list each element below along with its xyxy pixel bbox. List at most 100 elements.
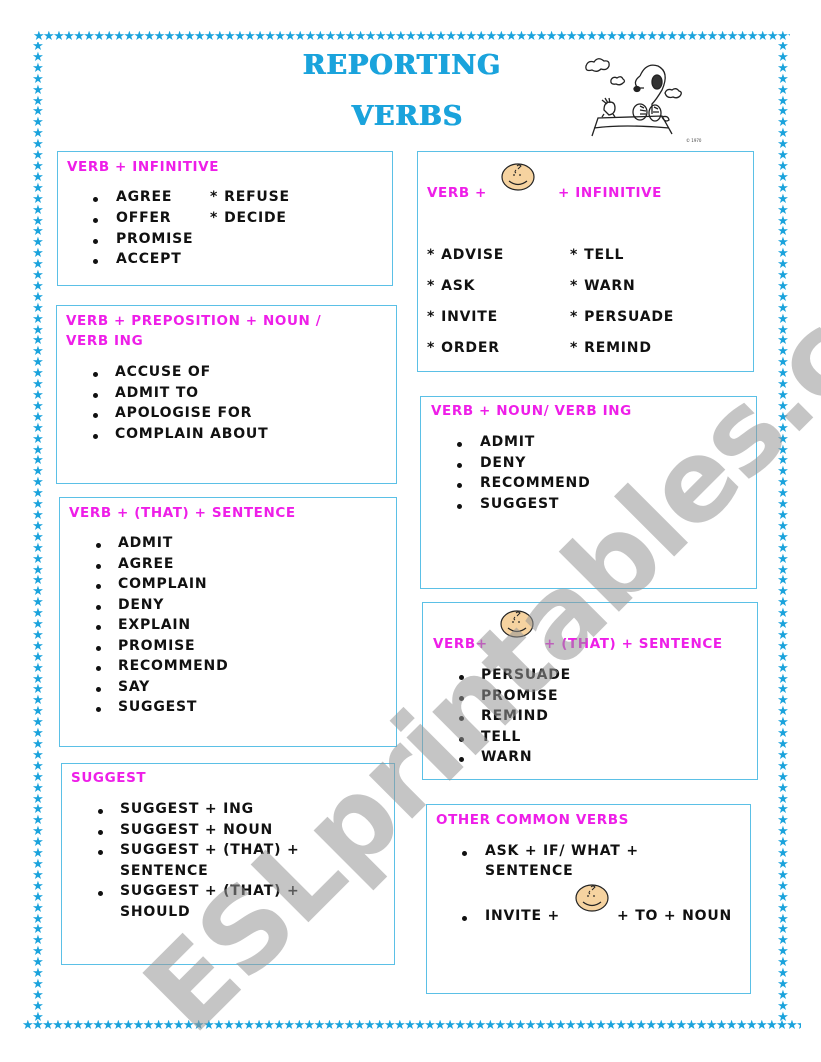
box-verb-noun-ing: VERB + NOUN/ VERB ING ADMIT DENY RECOMME…: [420, 396, 757, 589]
list-item-label: PERSUADE: [584, 309, 675, 325]
asterisk-icon: *: [570, 309, 579, 325]
bullet-icon: [457, 504, 462, 509]
bullet-icon: [93, 393, 98, 398]
bullet-icon: [93, 372, 98, 377]
list-item: ADMIT TO: [115, 385, 199, 401]
list-item: PROMISE: [116, 231, 194, 247]
list-item-label: DECIDE: [224, 210, 287, 226]
list-item-continuation: SENTENCE: [485, 863, 574, 879]
box-verb-person-that-sentence: VERB+ + (THAT) + SENTENCE PERSUADE PROMIS…: [422, 602, 758, 780]
box-other-common-verbs: OTHER COMMON VERBS ASK + IF/ WHAT + SENT…: [426, 804, 751, 994]
list-item: * PERSUADE: [570, 309, 674, 325]
bullet-icon: [459, 736, 464, 742]
bullet-icon: [459, 695, 464, 701]
bullet-icon: [98, 891, 103, 896]
list-item-label: REFUSE: [224, 189, 290, 205]
star-border-top: ★★★★★★★★★★★★★★★★★★★★★★★★★★★★★★★★★★★★★★★★…: [33, 31, 790, 43]
bullet-icon: [98, 809, 103, 814]
box-heading: VERB + (THAT) + SENTENCE: [69, 505, 296, 521]
list-item: SUGGEST: [480, 496, 560, 512]
list-item-continuation: SHOULD: [120, 904, 191, 920]
bullet-icon: [459, 757, 464, 763]
list-item-label: INVITE: [441, 309, 499, 325]
bullet-icon: [96, 563, 101, 569]
star-border-bottom: ★★★★★★★★★★★★★★★★★★★★★★★★★★★★★★★★★★★★★★★★…: [22, 1020, 801, 1032]
list-item: AGREE: [116, 189, 173, 205]
box-heading-line2: VERB ING: [66, 333, 144, 349]
bullet-icon: [93, 197, 98, 202]
list-item: SUGGEST + NOUN: [120, 822, 274, 838]
bullet-icon: [459, 675, 464, 680]
bullet-icon: [459, 716, 464, 722]
bullet-icon: [96, 686, 101, 692]
box-heading: VERB + INFINITIVE: [67, 159, 220, 175]
box-heading: SUGGEST: [71, 770, 147, 786]
list-item: OFFER: [116, 210, 172, 226]
box-heading-post: + INFINITIVE: [558, 185, 663, 201]
bullet-icon: [457, 463, 462, 468]
asterisk-icon: *: [427, 309, 436, 325]
list-item-label: ADVISE: [441, 247, 505, 263]
list-item: EXPLAIN: [118, 617, 191, 633]
bullet-icon: [462, 851, 467, 856]
list-item: PROMISE: [481, 687, 559, 704]
list-item-label: REMIND: [584, 340, 652, 356]
asterisk-icon: *: [427, 340, 436, 356]
box-heading-pre: VERB +: [427, 185, 487, 201]
snoopy-illustration: © 1970: [585, 58, 702, 143]
list-item: * DECIDE: [210, 210, 287, 226]
list-item: * TELL: [570, 247, 624, 263]
bullet-icon: [96, 543, 101, 548]
list-item: SUGGEST + (THAT) +: [120, 842, 300, 858]
list-item: ASK + IF/ WHAT +: [485, 843, 639, 859]
list-item: SUGGEST: [118, 699, 198, 715]
list-item: RECOMMEND: [480, 475, 591, 491]
list-item: * ADVISE: [427, 247, 504, 263]
list-item: APOLOGISE FOR: [115, 405, 253, 421]
list-item: COMPLAIN: [118, 576, 208, 592]
list-item: DENY: [480, 455, 527, 471]
box-heading: OTHER COMMON VERBS: [436, 812, 629, 828]
list-item: SUGGEST + ING: [120, 801, 254, 817]
star-border-left: ★ ★ ★ ★ ★ ★ ★ ★ ★ ★ ★ ★ ★ ★ ★ ★ ★ ★ ★ ★ ★ ★ ★ ★ ★ ★ ★ ★ ★ ★ ★ ★ ★ ★ ★ ★ ★ ★ ★ ★…: [32, 42, 44, 1022]
asterisk-icon: *: [427, 278, 436, 294]
list-item: REMIND: [481, 708, 549, 725]
page-title-line1: REPORTING: [303, 50, 502, 81]
list-item-label: ORDER: [441, 340, 500, 356]
svg-text:© 1970: © 1970: [686, 138, 702, 143]
box-heading: VERB + NOUN/ VERB ING: [431, 403, 632, 419]
bullet-icon: [93, 434, 98, 439]
bullet-icon: [93, 239, 98, 244]
list-item: * INVITE: [427, 309, 498, 325]
charlie-brown-face-icon: [575, 884, 609, 912]
list-item: ADMIT: [118, 535, 174, 551]
list-item: AGREE: [118, 555, 175, 572]
list-item-label: ASK: [441, 278, 476, 294]
bullet-icon: [98, 830, 103, 835]
list-item: WARN: [481, 749, 533, 766]
box-heading-post: + (THAT) + SENTENCE: [544, 636, 723, 652]
box-verb-preposition: VERB + PREPOSITION + NOUN / VERB ING ACC…: [56, 305, 397, 484]
list-item: * ORDER: [427, 340, 500, 356]
box-heading-pre: VERB+: [433, 636, 488, 652]
list-item: * WARN: [570, 278, 635, 294]
box-suggest: SUGGEST SUGGEST + ING SUGGEST + NOUN SUG…: [61, 763, 395, 965]
bullet-icon: [96, 584, 101, 589]
list-item: ACCUSE OF: [115, 364, 211, 380]
asterisk-icon: *: [570, 247, 579, 263]
bullet-icon: [98, 850, 103, 855]
list-item: COMPLAIN ABOUT: [115, 426, 269, 442]
bullet-icon: [96, 645, 101, 651]
list-item-label: WARN: [584, 278, 636, 294]
list-item-post: + TO + NOUN: [617, 908, 733, 924]
box-heading-line1: VERB + PREPOSITION + NOUN /: [66, 313, 322, 329]
list-item: ACCEPT: [116, 251, 182, 267]
asterisk-icon: *: [570, 278, 579, 294]
list-item-label: TELL: [584, 247, 625, 263]
asterisk-icon: *: [210, 210, 219, 226]
list-item-continuation: SENTENCE: [120, 863, 209, 879]
list-item: DENY: [118, 596, 165, 613]
asterisk-icon: *: [210, 189, 219, 205]
list-item-pre: INVITE +: [485, 908, 561, 924]
box-verb-infinitive: VERB + INFINITIVE AGREE OFFER PROMISE AC…: [57, 151, 393, 286]
